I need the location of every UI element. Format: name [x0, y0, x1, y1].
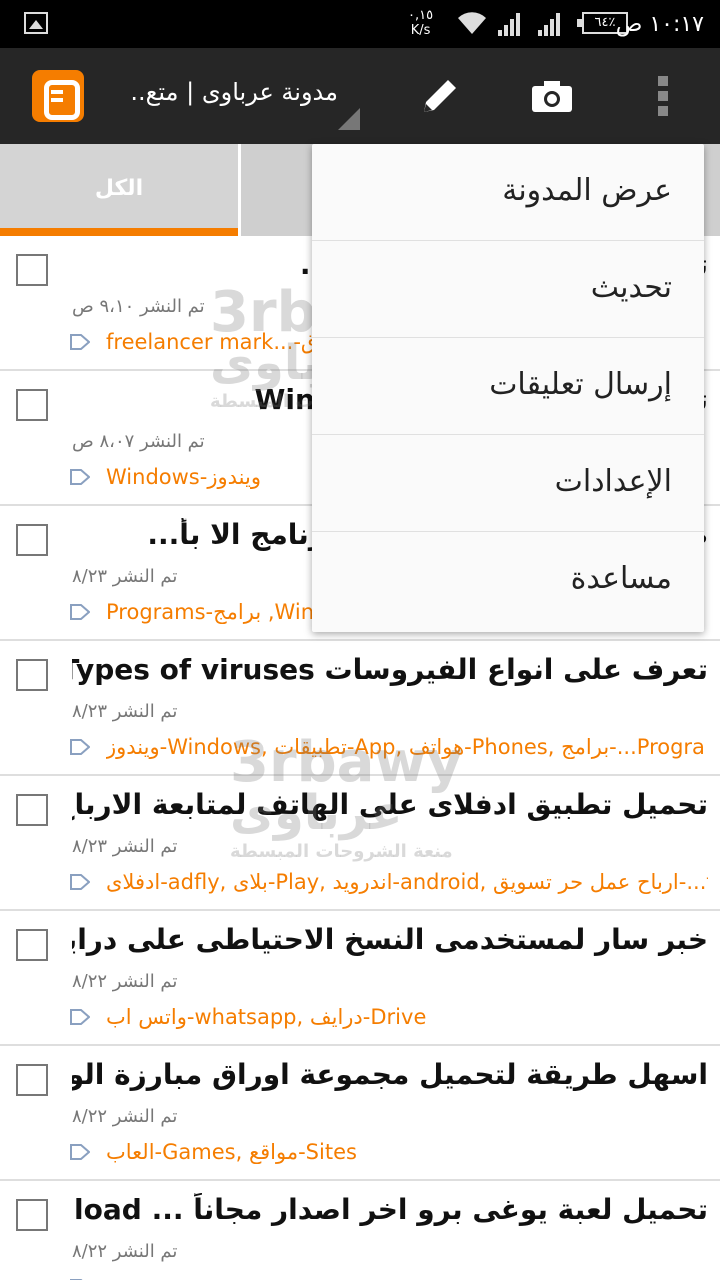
tab-all[interactable]: الكل [0, 144, 238, 236]
select-checkbox[interactable] [16, 524, 48, 556]
post-title[interactable]: تعرف على انواع الفيروسات Types of viruse… [72, 653, 708, 686]
select-checkbox[interactable] [16, 929, 48, 961]
camera-icon[interactable] [528, 72, 576, 120]
menu-item-help[interactable]: مساعدة [312, 532, 704, 629]
tag-icon [70, 739, 90, 755]
network-speed: ٠,١٥ K/s [408, 8, 433, 38]
blog-selector[interactable]: مدونة عرباوى | متع.. [128, 78, 338, 106]
pencil-icon[interactable] [416, 72, 464, 120]
post-date: تم النشر ٨/٢٣ [72, 566, 178, 587]
list-item[interactable]: اسهل طريقة لتحميل مجموعة اوراق مبارزة ال… [0, 1046, 720, 1181]
post-date: تم النشر ٨/٢٢ [72, 1106, 178, 1127]
menu-item-send-feedback[interactable]: إرسال تعليقات [312, 338, 704, 435]
tag-icon [70, 469, 90, 485]
post-title[interactable]: اسهل طريقة لتحميل مجموعة اوراق مبارزة ال… [72, 1058, 708, 1091]
tag-icon [70, 874, 90, 890]
status-bar: ٠,١٥ K/s ٦٤٪ ١٠:١٧ ص [0, 0, 720, 48]
tag-icon [70, 604, 90, 620]
select-checkbox[interactable] [16, 794, 48, 826]
list-item[interactable]: تعرف على انواع الفيروسات Types of viruse… [0, 641, 720, 776]
select-checkbox[interactable] [16, 1064, 48, 1096]
tag-icon [70, 334, 90, 350]
post-date: تم النشر ٩،١٠ ص [72, 296, 205, 317]
select-checkbox[interactable] [16, 659, 48, 691]
post-date: تم النشر ٨/٢٢ [72, 1241, 178, 1262]
post-date: تم النشر ٨/٢٣ [72, 701, 178, 722]
post-title[interactable]: خبر سار لمستخدمى النسخ الاحتياطى على درا… [72, 923, 708, 956]
post-labels: واتس اب-whatsapp, درايف-Drive [106, 1005, 427, 1029]
wifi-icon [458, 12, 486, 34]
menu-item-settings[interactable]: الإعدادات [312, 435, 704, 532]
app-toolbar: مدونة عرباوى | متع.. [0, 48, 720, 144]
menu-item-view-blog[interactable]: عرض المدونة [312, 144, 704, 241]
post-title[interactable]: تحميل لعبة يوغى برو اخر اصدار مجاناً ...… [72, 1193, 708, 1226]
post-title[interactable]: تحميل تطبيق ادفلاى على الهاتف لمتابعة ال… [72, 788, 708, 821]
overflow-menu: عرض المدونة تحديث إرسال تعليقات الإعدادا… [312, 144, 704, 632]
blogger-logo-icon[interactable] [32, 70, 84, 122]
post-date: تم النشر ٨/٢٢ [72, 971, 178, 992]
signal-2-icon [538, 12, 564, 36]
menu-item-refresh[interactable]: تحديث [312, 241, 704, 338]
clock: ١٠:١٧ ص [615, 12, 704, 37]
network-speed-value: ٠,١٥ [408, 8, 434, 23]
tab-divider [238, 144, 241, 236]
tag-icon [70, 1009, 90, 1025]
post-date: تم النشر ٨/٢٣ [72, 836, 178, 857]
network-speed-unit: K/s [410, 23, 431, 38]
overflow-menu-icon[interactable] [640, 72, 688, 120]
dropdown-triangle-icon[interactable] [338, 108, 360, 130]
signal-1-icon [498, 12, 524, 36]
select-checkbox[interactable] [16, 389, 48, 421]
list-item[interactable]: تحميل لعبة يوغى برو اخر اصدار مجاناً ...… [0, 1181, 720, 1280]
list-item[interactable]: تحميل تطبيق ادفلاى على الهاتف لمتابعة ال… [0, 776, 720, 911]
list-item[interactable]: خبر سار لمستخدمى النسخ الاحتياطى على درا… [0, 911, 720, 1046]
select-checkbox[interactable] [16, 1199, 48, 1231]
select-checkbox[interactable] [16, 254, 48, 286]
post-labels: ويندوز-Windows, تطبيقات-App, هواتف-Phone… [106, 735, 705, 759]
post-labels: العاب-Games, مواقع-Sites [106, 1140, 357, 1164]
post-labels: ادفلاى-adfly, بلاى-Play, اندرويد-android… [106, 870, 708, 894]
tag-icon [70, 1144, 90, 1160]
post-date: تم النشر ٨،٠٧ ص [72, 431, 205, 452]
gallery-notification-icon [24, 12, 48, 34]
